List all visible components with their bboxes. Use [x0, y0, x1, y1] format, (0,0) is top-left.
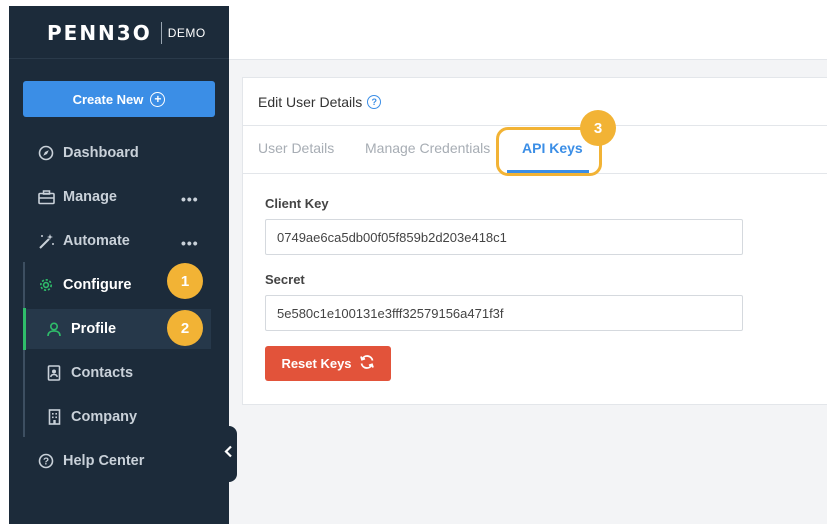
card-title: Edit User Details ? [258, 94, 382, 110]
refresh-icon [359, 354, 375, 373]
create-new-label: Create New [72, 91, 144, 107]
logo-separator [160, 22, 162, 44]
magic-wand-icon [37, 232, 55, 250]
secret-input[interactable]: 5e580c1e100131e3fff32579156a471f3f [265, 295, 743, 331]
create-new-button[interactable]: Create New + [23, 81, 215, 117]
address-book-icon [45, 364, 63, 382]
tab-user-details[interactable]: User Details [258, 140, 334, 156]
plus-circle-icon: + [150, 91, 166, 107]
sidebar-item-label: Contacts [71, 365, 134, 381]
sidebar-item-label: Company [71, 409, 138, 425]
logo-word: PENN3O [47, 21, 152, 45]
sidebar-item-company[interactable]: Company [9, 397, 229, 437]
svg-text:?: ? [43, 457, 49, 468]
client-key-label: Client Key [265, 196, 329, 211]
sidebar-item-label: Help Center [63, 453, 145, 469]
logo-demo-tag: DEMO [167, 26, 206, 40]
edit-user-details-card: Edit User Details ? User Details Manage … [242, 77, 827, 405]
card-title-text: Edit User Details [258, 94, 363, 110]
compass-icon [37, 144, 55, 162]
step-badge-3: 3 [580, 110, 616, 146]
reset-keys-label: Reset Keys [281, 356, 352, 371]
client-key-input[interactable]: 0749ae6ca5db00f05f859b2d203e418c1 [265, 219, 743, 255]
sidebar-divider [9, 58, 229, 59]
sidebar-item-label: Configure [63, 277, 132, 293]
top-bar [229, 6, 827, 60]
step-badge-2: 2 [167, 310, 203, 346]
gear-icon [37, 276, 55, 294]
sidebar-item-manage[interactable]: Manage ••• [9, 177, 229, 217]
building-icon [45, 408, 63, 426]
help-icon[interactable]: ? [367, 95, 382, 109]
sidebar-item-label: Profile [71, 321, 117, 337]
sidebar-item-help-center[interactable]: ? Help Center [9, 441, 229, 481]
chevron-left-icon [224, 445, 233, 463]
reset-keys-button[interactable]: Reset Keys [265, 346, 391, 381]
sidebar: PENN3O DEMO Create New + Dashboard Manag… [9, 6, 229, 524]
more-icon[interactable]: ••• [181, 235, 199, 251]
sidebar-item-label: Automate [63, 233, 130, 249]
user-icon [45, 320, 63, 338]
secret-label: Secret [265, 272, 305, 287]
card-divider [243, 125, 827, 126]
question-circle-icon: ? [37, 452, 55, 470]
sidebar-item-automate[interactable]: Automate ••• [9, 221, 229, 261]
sidebar-item-label: Dashboard [63, 145, 139, 161]
sidebar-item-label: Manage [63, 189, 117, 205]
sidebar-item-dashboard[interactable]: Dashboard [9, 133, 229, 173]
sidebar-collapse-toggle[interactable] [220, 426, 237, 482]
logo[interactable]: PENN3O DEMO [47, 20, 206, 46]
more-icon[interactable]: ••• [181, 191, 199, 207]
app-frame: PENN3O DEMO Create New + Dashboard Manag… [9, 6, 827, 524]
briefcase-icon [37, 188, 55, 206]
sidebar-item-contacts[interactable]: Contacts [9, 353, 229, 393]
active-indicator [23, 308, 26, 350]
step-badge-1: 1 [167, 263, 203, 299]
tab-manage-credentials[interactable]: Manage Credentials [365, 140, 490, 156]
